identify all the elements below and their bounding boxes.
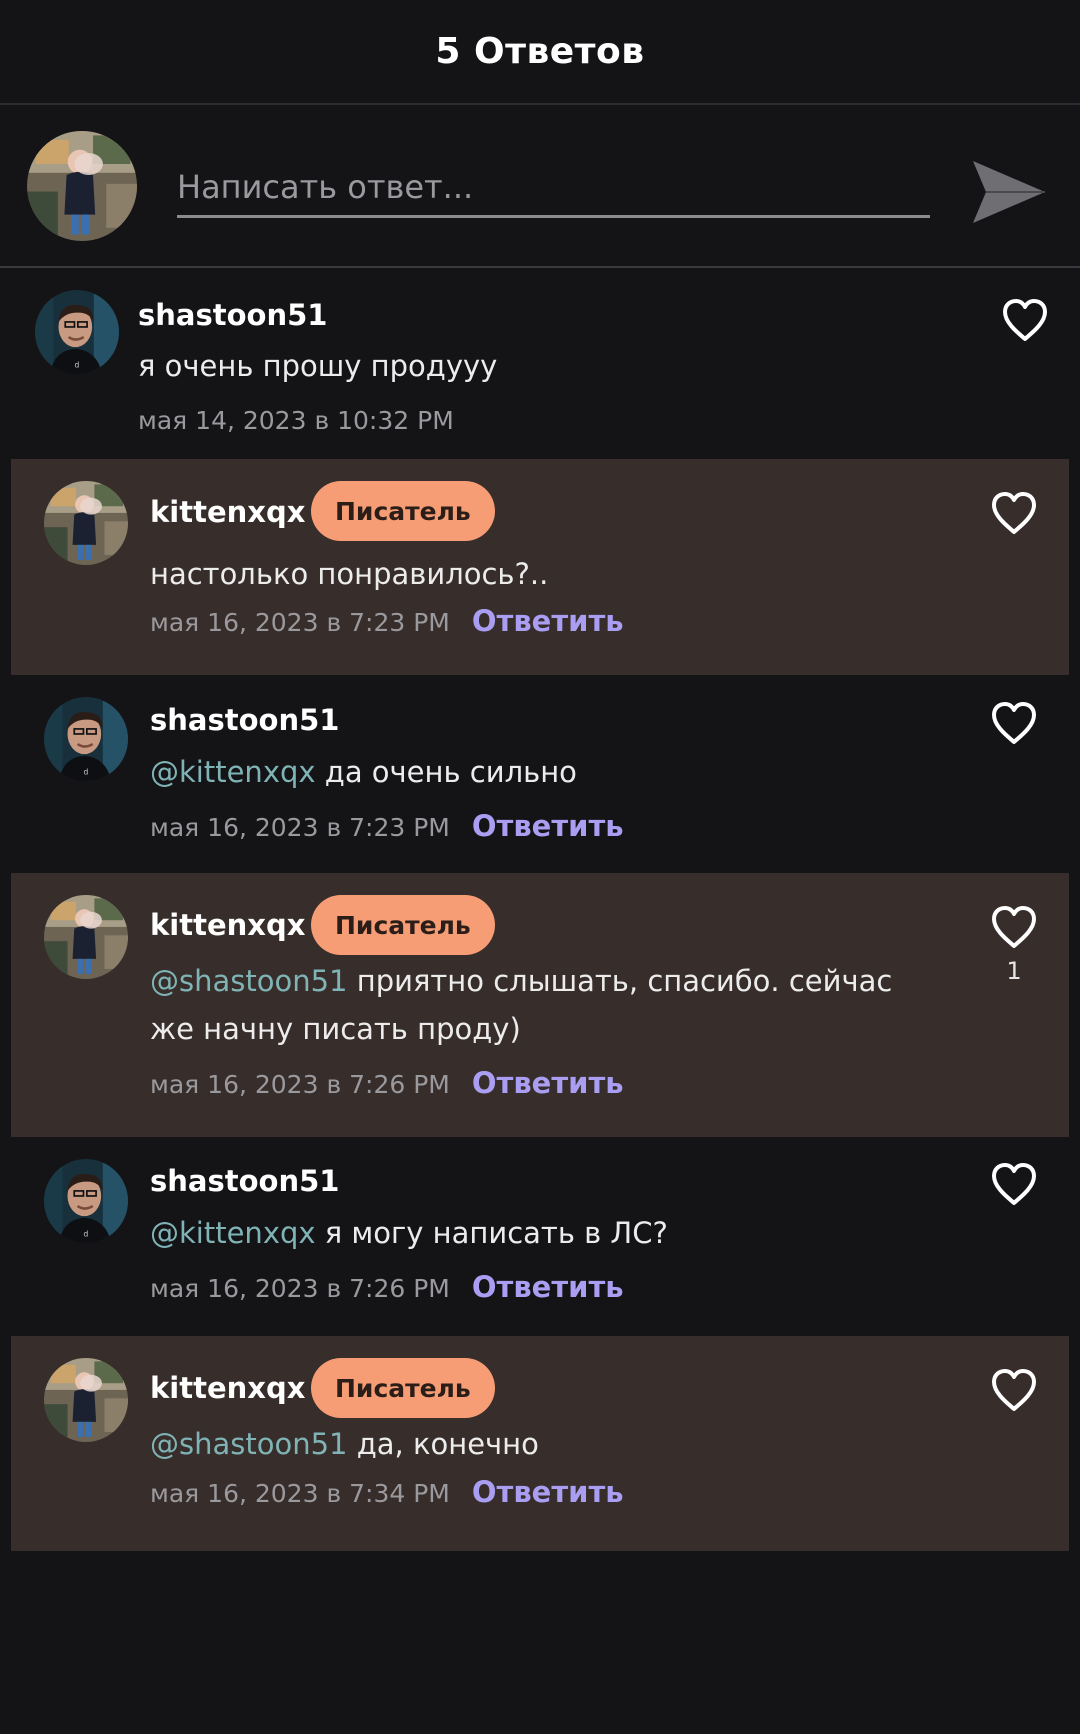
mention-link[interactable]: @kittenxqx	[150, 1216, 316, 1250]
reply-input[interactable]	[177, 159, 930, 215]
mention-link[interactable]: @kittenxqx	[150, 755, 316, 789]
heart-icon[interactable]	[990, 905, 1038, 949]
username[interactable]: shastoon51	[138, 298, 327, 332]
mention-link[interactable]: @shastoon51	[150, 964, 348, 998]
my-avatar	[27, 131, 137, 241]
avatar[interactable]	[35, 290, 119, 374]
comment-item: shastoon51 я очень прошу продууу мая 14,…	[0, 268, 1080, 459]
like-count: 1	[1006, 957, 1022, 985]
username[interactable]: kittenxqx	[150, 1371, 305, 1405]
comment-text: я очень прошу продууу	[138, 342, 898, 390]
comment-date: мая 14, 2023 в 10:32 PM	[138, 406, 454, 435]
comment-date: мая 16, 2023 в 7:23 PM	[150, 608, 450, 637]
reply-button[interactable]: Ответить	[472, 809, 624, 843]
reply-composer	[0, 105, 1080, 268]
comment-meta: мая 16, 2023 в 7:23 PM Ответить	[150, 604, 624, 638]
username[interactable]: shastoon51	[150, 1164, 339, 1198]
username[interactable]: kittenxqx	[150, 495, 305, 529]
comment-date: мая 16, 2023 в 7:34 PM	[150, 1479, 450, 1508]
header: 5 Ответов	[0, 0, 1080, 105]
comment-body: я очень прошу продууу	[138, 349, 498, 383]
comment-body: да очень сильно	[315, 755, 577, 789]
reply-button[interactable]: Ответить	[472, 1066, 624, 1100]
comment-item: shastoon51 @kittenxqx да очень сильно ма…	[0, 675, 1080, 873]
heart-icon[interactable]	[990, 1162, 1038, 1206]
avatar[interactable]	[44, 697, 128, 781]
comment-item: kittenxqx Писатель настолько понравилось…	[11, 459, 1069, 675]
heart-icon[interactable]	[1001, 298, 1049, 342]
comment-meta: мая 14, 2023 в 10:32 PM	[138, 406, 454, 435]
avatar[interactable]	[44, 1358, 128, 1442]
reply-input-wrapper	[177, 159, 930, 218]
heart-icon[interactable]	[990, 1368, 1038, 1412]
comment-body: я могу написать в ЛС?	[315, 1216, 668, 1250]
comment-date: мая 16, 2023 в 7:26 PM	[150, 1070, 450, 1099]
comment-date: мая 16, 2023 в 7:23 PM	[150, 813, 450, 842]
writer-badge: Писатель	[311, 1358, 495, 1418]
writer-badge: Писатель	[311, 481, 495, 541]
comment-item: kittenxqx Писатель @shastoon51 приятно с…	[11, 873, 1069, 1137]
reply-button[interactable]: Ответить	[472, 1270, 624, 1304]
avatar[interactable]	[44, 481, 128, 565]
avatar[interactable]	[44, 1159, 128, 1243]
comment-meta: мая 16, 2023 в 7:23 PM Ответить	[150, 809, 624, 843]
username[interactable]: kittenxqx	[150, 908, 305, 942]
comment-meta: мая 16, 2023 в 7:34 PM Ответить	[150, 1475, 624, 1509]
page-title: 5 Ответов	[435, 31, 645, 72]
comment-text: настолько понравилось?..	[150, 550, 910, 598]
username[interactable]: shastoon51	[150, 703, 339, 737]
comment-item: shastoon51 @kittenxqx я могу написать в …	[0, 1137, 1080, 1336]
comment-body: настолько понравилось?..	[150, 557, 549, 591]
send-icon	[973, 161, 1045, 223]
mention-link[interactable]: @shastoon51	[150, 1427, 348, 1461]
send-button[interactable]	[970, 153, 1048, 231]
comment-text: @kittenxqx я могу написать в ЛС?	[150, 1209, 910, 1257]
comment-text: @shastoon51 приятно слышать, спасибо. се…	[150, 957, 910, 1053]
comment-text: @kittenxqx да очень сильно	[150, 748, 910, 796]
reply-button[interactable]: Ответить	[472, 604, 624, 638]
heart-icon[interactable]	[990, 491, 1038, 535]
avatar-image	[27, 131, 137, 241]
writer-badge: Писатель	[311, 895, 495, 955]
comment-text: @shastoon51 да, конечно	[150, 1420, 910, 1468]
reply-button[interactable]: Ответить	[472, 1475, 624, 1509]
heart-icon[interactable]	[990, 701, 1038, 745]
comment-meta: мая 16, 2023 в 7:26 PM Ответить	[150, 1270, 624, 1304]
comment-body: да, конечно	[347, 1427, 539, 1461]
comment-meta: мая 16, 2023 в 7:26 PM Ответить	[150, 1066, 624, 1100]
comment-item: kittenxqx Писатель @shastoon51 да, конеч…	[11, 1336, 1069, 1551]
avatar[interactable]	[44, 895, 128, 979]
comment-date: мая 16, 2023 в 7:26 PM	[150, 1274, 450, 1303]
